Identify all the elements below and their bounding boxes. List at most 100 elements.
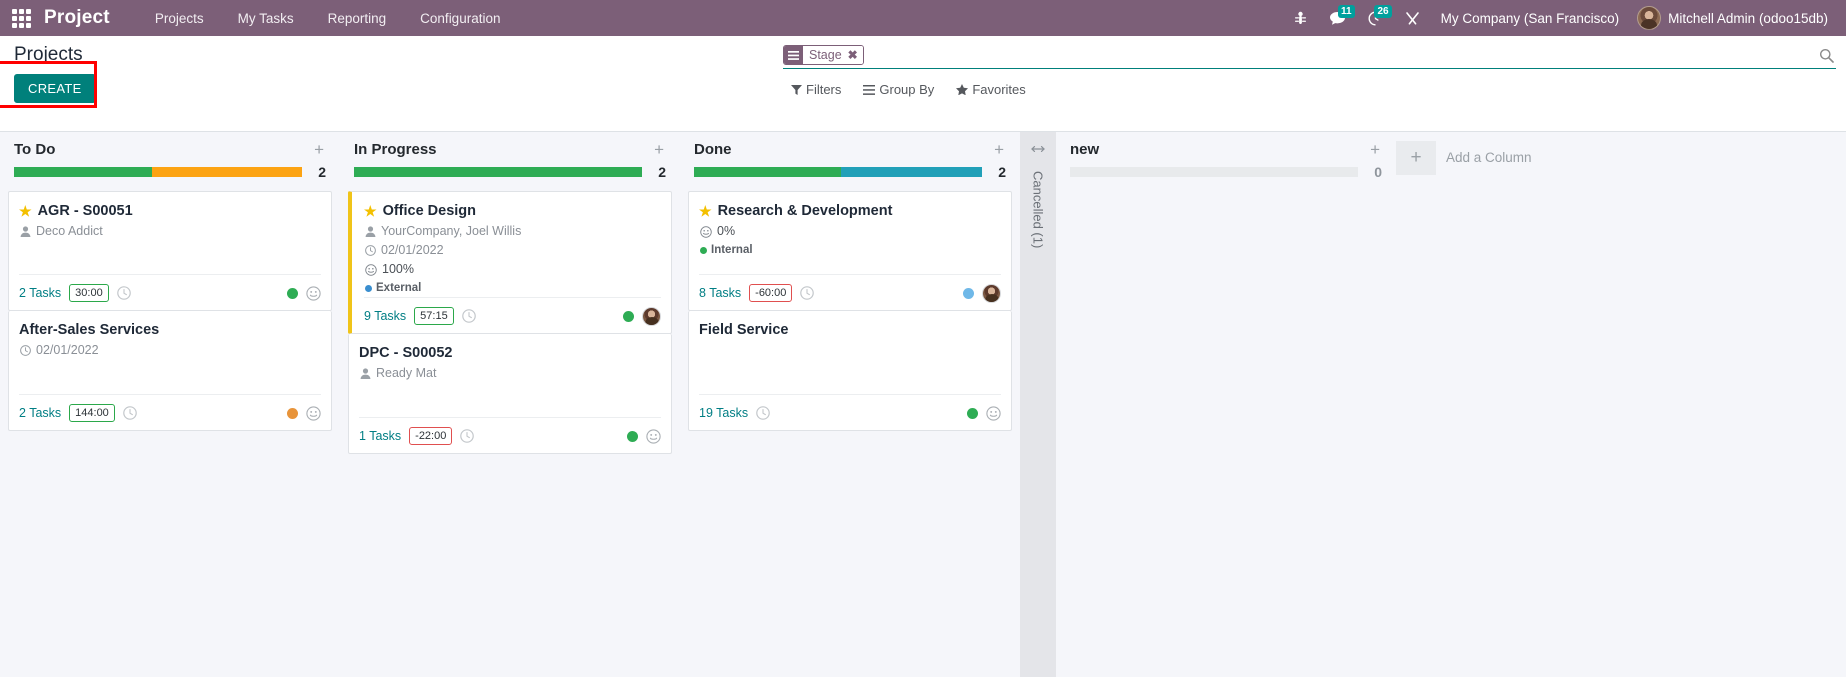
add-record-icon[interactable]: + bbox=[312, 141, 326, 158]
progress-bar[interactable] bbox=[1070, 167, 1358, 177]
person-icon bbox=[20, 226, 31, 237]
company-switcher[interactable]: My Company (San Francisco) bbox=[1431, 5, 1634, 32]
add-record-icon[interactable]: + bbox=[652, 141, 666, 158]
clock-icon[interactable] bbox=[800, 286, 815, 300]
search-area: Stage ✖ Filters Group By Favorites bbox=[783, 45, 1836, 97]
bug-icon[interactable] bbox=[1283, 5, 1318, 32]
kanban-card[interactable]: DPC - S00052 Ready Mat 1 Tasks -22:00 bbox=[348, 334, 672, 454]
menu-item-projects[interactable]: Projects bbox=[138, 3, 221, 34]
status-dot[interactable] bbox=[627, 430, 638, 442]
search-bar[interactable]: Stage ✖ bbox=[783, 45, 1836, 69]
app-brand[interactable]: Project bbox=[44, 7, 110, 29]
tasks-count-link[interactable]: 2 Tasks bbox=[19, 406, 61, 420]
star-icon[interactable]: ★ bbox=[364, 204, 377, 218]
apps-menu-icon[interactable] bbox=[8, 5, 34, 31]
column-progress-row: 2 bbox=[8, 160, 332, 180]
column-progress-row: 0 bbox=[1064, 160, 1388, 180]
add-column-plus-icon[interactable]: + bbox=[1396, 141, 1436, 175]
remove-facet-icon[interactable]: ✖ bbox=[846, 46, 863, 64]
rating-smiley-icon[interactable] bbox=[986, 405, 1001, 421]
kanban-card[interactable]: ★ Research & Development 0% Internal 8 T… bbox=[688, 191, 1012, 311]
card-tag-row: Internal bbox=[699, 241, 1001, 259]
avatar bbox=[1637, 6, 1662, 30]
assignee-avatar[interactable] bbox=[982, 283, 1001, 303]
kanban-card[interactable]: ★ AGR - S00051 Deco Addict 2 Tasks 30:00 bbox=[8, 191, 332, 311]
tasks-count-link[interactable]: 2 Tasks bbox=[19, 286, 61, 300]
column-title[interactable]: To Do bbox=[14, 141, 55, 158]
card-tag-label: External bbox=[376, 282, 422, 294]
tasks-count-link[interactable]: 8 Tasks bbox=[699, 286, 741, 300]
clock-icon[interactable] bbox=[756, 406, 770, 420]
search-input[interactable] bbox=[871, 46, 1813, 64]
status-dot[interactable] bbox=[963, 287, 974, 299]
status-dot[interactable] bbox=[623, 310, 634, 322]
column-progress-row: 2 bbox=[688, 160, 1012, 180]
person-icon bbox=[360, 368, 371, 379]
search-icon[interactable] bbox=[1813, 48, 1836, 63]
rating-smiley-icon[interactable] bbox=[306, 405, 321, 421]
star-icon[interactable]: ★ bbox=[699, 204, 712, 218]
column-title[interactable]: Done bbox=[694, 141, 732, 158]
kanban-column-cancelled-folded[interactable]: Cancelled (1) bbox=[1020, 132, 1056, 677]
clock-icon[interactable] bbox=[460, 429, 475, 443]
column-header: In Progress + bbox=[348, 132, 672, 160]
add-record-icon[interactable]: + bbox=[1368, 141, 1382, 158]
clock-icon[interactable] bbox=[116, 286, 131, 300]
menu-item-configuration[interactable]: Configuration bbox=[403, 3, 517, 34]
add-column-label[interactable]: Add a Column bbox=[1446, 141, 1532, 175]
funnel-icon bbox=[791, 84, 802, 95]
card-percent-row: 100% bbox=[364, 260, 661, 279]
card-date-row: 02/01/2022 bbox=[364, 241, 661, 260]
create-button[interactable]: CREATE bbox=[14, 74, 96, 103]
card-footer-right bbox=[287, 285, 321, 301]
activities-icon[interactable]: 26 bbox=[1357, 4, 1394, 32]
progress-bar[interactable] bbox=[694, 167, 982, 177]
kanban-column-in-progress: In Progress + 2 ★ Office Design YourComp… bbox=[340, 132, 680, 677]
column-body: ★ AGR - S00051 Deco Addict 2 Tasks 30:00 bbox=[8, 180, 332, 431]
expand-icon[interactable] bbox=[1031, 141, 1045, 159]
status-dot[interactable] bbox=[287, 407, 298, 419]
kanban-card[interactable]: After-Sales Services 02/01/2022 2 Tasks … bbox=[8, 311, 332, 431]
rating-smiley-icon[interactable] bbox=[306, 285, 321, 301]
column-count[interactable]: 2 bbox=[992, 164, 1006, 180]
column-title[interactable]: new bbox=[1070, 141, 1099, 158]
tasks-count-link[interactable]: 1 Tasks bbox=[359, 429, 401, 443]
star-icon[interactable]: ★ bbox=[19, 204, 32, 218]
progress-bar[interactable] bbox=[14, 167, 302, 177]
card-tag: External bbox=[365, 279, 421, 297]
progress-segment bbox=[354, 167, 642, 177]
menu-item-my-tasks[interactable]: My Tasks bbox=[221, 3, 311, 34]
search-dropdown-toggles: Filters Group By Favorites bbox=[783, 82, 1836, 97]
card-title: Field Service bbox=[699, 322, 789, 338]
filters-toggle[interactable]: Filters bbox=[791, 82, 841, 97]
tools-icon[interactable] bbox=[1394, 5, 1431, 32]
progress-bar[interactable] bbox=[354, 167, 642, 177]
kanban-card[interactable]: Field Service 19 Tasks bbox=[688, 311, 1012, 431]
clock-icon[interactable] bbox=[123, 406, 137, 420]
main-menu: Projects My Tasks Reporting Configuratio… bbox=[138, 3, 518, 34]
favorites-toggle[interactable]: Favorites bbox=[956, 82, 1026, 97]
menu-item-reporting[interactable]: Reporting bbox=[311, 3, 404, 34]
smiley-icon bbox=[700, 225, 712, 238]
messages-badge: 11 bbox=[1338, 4, 1355, 18]
status-dot[interactable] bbox=[287, 287, 298, 299]
group-by-toggle[interactable]: Group By bbox=[863, 82, 934, 97]
rating-smiley-icon[interactable] bbox=[646, 428, 661, 444]
search-facet-stage[interactable]: Stage ✖ bbox=[783, 45, 864, 65]
column-count[interactable]: 2 bbox=[312, 164, 326, 180]
card-customer-row: Ready Mat bbox=[359, 364, 661, 383]
user-menu[interactable]: Mitchell Admin (odoo15db) bbox=[1633, 3, 1834, 33]
add-record-icon[interactable]: + bbox=[992, 141, 1006, 158]
column-count[interactable]: 2 bbox=[652, 164, 666, 180]
assignee-avatar[interactable] bbox=[642, 306, 661, 326]
column-title[interactable]: In Progress bbox=[354, 141, 437, 158]
bars-icon bbox=[863, 84, 876, 95]
tasks-count-link[interactable]: 19 Tasks bbox=[699, 406, 748, 420]
column-count[interactable]: 0 bbox=[1368, 164, 1382, 180]
tasks-count-link[interactable]: 9 Tasks bbox=[364, 309, 406, 323]
status-dot[interactable] bbox=[967, 407, 978, 419]
clock-icon[interactable] bbox=[461, 309, 476, 323]
card-title: AGR - S00051 bbox=[37, 203, 133, 219]
messages-icon[interactable]: 11 bbox=[1318, 4, 1357, 32]
kanban-card[interactable]: ★ Office Design YourCompany, Joel Willis… bbox=[348, 191, 672, 334]
